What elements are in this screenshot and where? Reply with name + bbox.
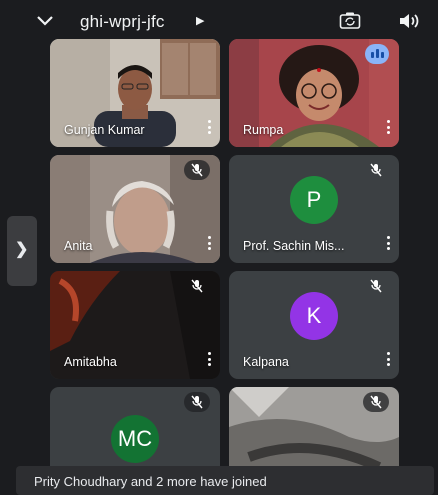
participant-avatar: P — [290, 176, 338, 225]
participant-avatar: K — [290, 292, 338, 341]
participant-tile[interactable]: Anita — [50, 155, 220, 263]
participant-name: Anita — [64, 239, 93, 253]
chevron-right-icon: ❯ — [15, 241, 29, 258]
meeting-code[interactable]: ghi-wprj-jfc — [80, 12, 165, 32]
participant-tile[interactable]: Gunjan Kumar — [50, 39, 220, 147]
participant-name: Prof. Sachin Mis... — [243, 239, 345, 253]
chevron-down-icon[interactable] — [36, 14, 54, 32]
more-vert-icon[interactable] — [207, 120, 211, 136]
caret-right-icon[interactable]: ▶ — [196, 14, 204, 27]
participant-tile[interactable]: Rumpa — [229, 39, 399, 147]
participant-name: Kalpana — [243, 355, 289, 369]
more-vert-icon[interactable] — [207, 352, 211, 368]
participant-name: Amitabha — [64, 355, 117, 369]
mic-off-icon — [363, 392, 389, 412]
participant-tile[interactable]: P Prof. Sachin Mis... — [229, 155, 399, 263]
side-panel-toggle[interactable]: ❯ — [7, 216, 37, 286]
join-notification-toast: Prity Choudhary and 2 more have joined — [16, 466, 434, 495]
mic-off-icon — [184, 160, 210, 180]
more-vert-icon[interactable] — [207, 236, 211, 252]
mic-off-icon — [363, 160, 389, 180]
participant-tile[interactable]: K Kalpana — [229, 271, 399, 379]
top-bar: ghi-wprj-jfc ▶ — [0, 0, 438, 44]
audio-level-icon — [365, 44, 389, 64]
more-vert-icon[interactable] — [386, 236, 390, 252]
participant-avatar: MC — [111, 414, 159, 463]
camera-switch-icon[interactable] — [339, 11, 361, 36]
mic-off-icon — [363, 276, 389, 296]
more-vert-icon[interactable] — [386, 120, 390, 136]
toast-text: Prity Choudhary and 2 more have joined — [34, 474, 267, 489]
mic-off-icon — [184, 276, 210, 296]
participant-name: Gunjan Kumar — [64, 123, 145, 137]
speaker-icon[interactable] — [398, 11, 420, 36]
more-vert-icon[interactable] — [386, 352, 390, 368]
mic-off-icon — [184, 392, 210, 412]
participant-tile[interactable]: Amitabha — [50, 271, 220, 379]
participant-name: Rumpa — [243, 123, 284, 137]
